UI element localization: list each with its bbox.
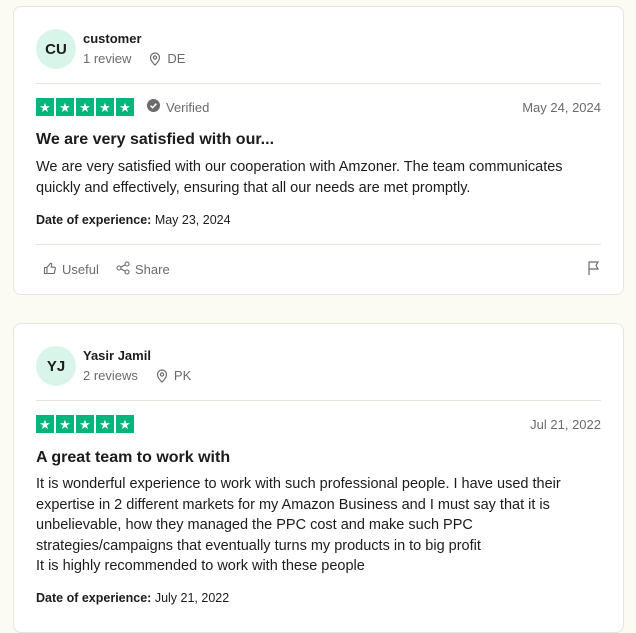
review-date: May 24, 2024 bbox=[522, 100, 601, 115]
star-icon: ★ bbox=[116, 98, 134, 116]
share-label: Share bbox=[135, 262, 170, 277]
star-icon: ★ bbox=[36, 98, 54, 116]
share-button[interactable]: Share bbox=[116, 261, 170, 278]
useful-label: Useful bbox=[62, 262, 99, 277]
star-icon: ★ bbox=[116, 415, 134, 433]
divider bbox=[36, 244, 601, 245]
avatar[interactable]: YJ bbox=[36, 346, 76, 386]
review-body: It is wonderful experience to work with … bbox=[36, 476, 561, 574]
experience-label: Date of experience: bbox=[36, 213, 152, 227]
reviewer-name[interactable]: Yasir Jamil bbox=[83, 348, 151, 363]
reviewer-meta: 1 review DE bbox=[83, 51, 185, 66]
star-rating: ★ ★ ★ ★ ★ bbox=[36, 415, 134, 433]
verified-badge[interactable]: Verified bbox=[147, 99, 209, 115]
avatar[interactable]: CU bbox=[36, 29, 76, 69]
experience-date: July 21, 2022 bbox=[154, 591, 230, 605]
review-title[interactable]: A great team to work with bbox=[36, 449, 230, 467]
reviewer-meta: 2 reviews PK bbox=[83, 368, 191, 383]
star-icon: ★ bbox=[36, 415, 54, 433]
star-icon: ★ bbox=[56, 98, 74, 116]
experience-date: May 23, 2024 bbox=[154, 213, 231, 227]
review-date: Jul 21, 2022 bbox=[530, 417, 601, 432]
divider bbox=[36, 83, 601, 84]
star-icon: ★ bbox=[56, 415, 74, 433]
reviewer-name[interactable]: customer bbox=[83, 31, 142, 46]
review-card: CU customer 1 review DE ★ ★ ★ ★ ★ Verifi… bbox=[13, 6, 624, 295]
report-flag-icon[interactable] bbox=[587, 260, 601, 276]
review-card: YJ Yasir Jamil 2 reviews PK ★ ★ ★ ★ ★ Ju… bbox=[13, 323, 624, 633]
location-pin-icon bbox=[156, 368, 168, 383]
verified-check-icon bbox=[147, 99, 160, 115]
star-icon: ★ bbox=[96, 98, 114, 116]
reviewer-country: PK bbox=[173, 368, 192, 383]
divider bbox=[36, 400, 601, 401]
star-icon: ★ bbox=[76, 415, 94, 433]
reviewer-country: DE bbox=[167, 51, 186, 66]
location-pin-icon bbox=[149, 51, 161, 66]
date-of-experience: Date of experience: July 21, 2022 bbox=[36, 591, 229, 605]
review-title[interactable]: We are very satisfied with our... bbox=[36, 131, 274, 149]
review-body: We are very satisfied with our cooperati… bbox=[36, 159, 563, 196]
review-count: 2 reviews bbox=[83, 368, 138, 383]
review-count: 1 review bbox=[83, 51, 132, 66]
experience-label: Date of experience: bbox=[36, 591, 152, 605]
star-icon: ★ bbox=[96, 415, 114, 433]
verified-label: Verified bbox=[166, 99, 210, 115]
thumbs-up-icon bbox=[43, 261, 57, 278]
star-icon: ★ bbox=[76, 98, 94, 116]
share-icon bbox=[116, 261, 130, 278]
useful-button[interactable]: Useful bbox=[43, 261, 99, 278]
date-of-experience: Date of experience: May 23, 2024 bbox=[36, 213, 231, 227]
star-rating: ★ ★ ★ ★ ★ bbox=[36, 98, 134, 116]
